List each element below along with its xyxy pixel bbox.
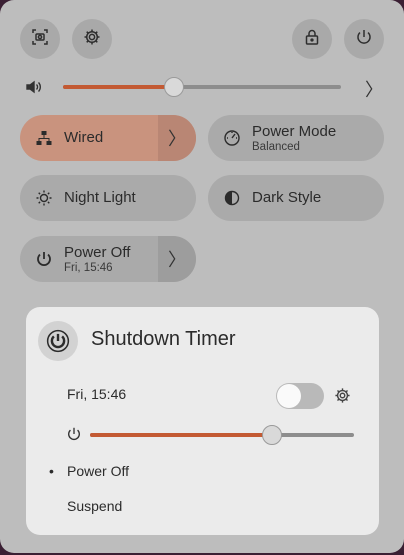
screenshot-button[interactable] bbox=[20, 19, 60, 59]
audio-output-chevron-icon[interactable]: 〉 bbox=[365, 76, 383, 102]
power-icon bbox=[34, 249, 54, 269]
shutdown-time-label: Fri, 15:46 bbox=[67, 386, 127, 402]
wired-label: Wired bbox=[64, 129, 104, 146]
switch-knob bbox=[277, 384, 301, 408]
power-icon bbox=[66, 426, 82, 442]
power-mode-label: Power Mode bbox=[252, 122, 337, 140]
timer-slider-handle[interactable] bbox=[262, 425, 283, 445]
volume-slider-handle[interactable] bbox=[164, 77, 185, 97]
sun-icon bbox=[34, 188, 54, 208]
night-light-toggle[interactable]: Night Light bbox=[20, 175, 196, 221]
lock-icon bbox=[303, 28, 321, 51]
power-mode-toggle[interactable]: Power Mode Balanced bbox=[208, 115, 384, 161]
shutdown-timer-title: Shutdown Timer bbox=[91, 328, 236, 350]
shutdown-timer-menu: Shutdown Timer Fri, 15:46 • Power Off Su… bbox=[26, 307, 379, 535]
wired-toggle[interactable]: Wired 〉 bbox=[20, 115, 196, 161]
power-mode-subtitle: Balanced bbox=[252, 140, 300, 153]
option-suspend[interactable]: Suspend bbox=[67, 498, 122, 514]
timer-settings-gear-icon[interactable] bbox=[332, 385, 352, 405]
option-power-off[interactable]: Power Off bbox=[67, 463, 129, 479]
night-light-label: Night Light bbox=[64, 189, 136, 206]
power-off-toggle[interactable]: Power Off Fri, 15:46 〉 bbox=[20, 236, 196, 282]
wired-network-icon bbox=[34, 128, 54, 148]
settings-button[interactable] bbox=[72, 19, 112, 59]
dark-style-toggle[interactable]: Dark Style bbox=[208, 175, 384, 221]
speaker-icon bbox=[25, 78, 43, 96]
gauge-icon bbox=[222, 128, 242, 148]
volume-slider[interactable] bbox=[63, 85, 341, 89]
shutdown-timer-switch[interactable] bbox=[276, 383, 324, 409]
screenshot-icon bbox=[31, 28, 49, 51]
timer-slider-fill bbox=[90, 433, 273, 437]
power-menu-button[interactable] bbox=[344, 19, 384, 59]
quick-settings-panel: 〉 Wired 〉 Power Mode Balanced Night Ligh… bbox=[0, 0, 404, 553]
volume-slider-fill bbox=[63, 85, 175, 89]
timer-slider[interactable] bbox=[90, 433, 354, 437]
wired-submenu-chevron-icon[interactable]: 〉 bbox=[158, 115, 196, 161]
gear-icon bbox=[83, 28, 101, 51]
volume-slider-row: 〉 bbox=[20, 72, 384, 102]
power-icon bbox=[38, 321, 78, 361]
selected-bullet: • bbox=[49, 463, 54, 479]
power-icon bbox=[355, 28, 373, 51]
dark-style-label: Dark Style bbox=[252, 189, 322, 206]
lock-button[interactable] bbox=[292, 19, 332, 59]
power-off-submenu-chevron-icon[interactable]: 〉 bbox=[158, 236, 196, 282]
dark-style-icon bbox=[222, 188, 242, 208]
power-off-label: Power Off bbox=[64, 243, 131, 261]
power-off-subtitle: Fri, 15:46 bbox=[64, 261, 113, 274]
